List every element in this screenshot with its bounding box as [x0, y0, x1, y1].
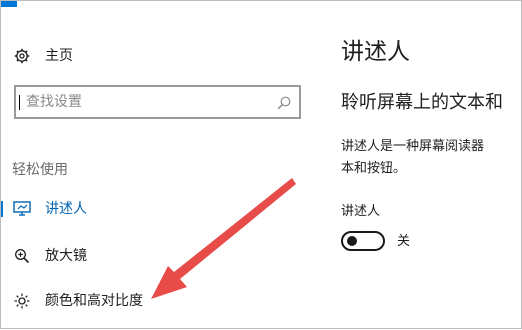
sidebar-item-home[interactable]: 主页: [1, 41, 301, 71]
sidebar-item-narrator[interactable]: 讲述人: [1, 194, 301, 224]
settings-window: 设置 主页: [0, 0, 522, 329]
search-box[interactable]: [14, 85, 301, 119]
toggle-knob: [347, 236, 357, 246]
description: 讲述人是一种屏幕阅读器 本和按钮。: [341, 136, 522, 180]
sidebar-item-home-label: 主页: [45, 48, 73, 64]
description-line: 本和按钮。: [341, 161, 407, 176]
sidebar-item-color-contrast-label: 颜色和高对比度: [45, 293, 143, 309]
search-input[interactable]: [26, 92, 266, 112]
narrator-icon: [12, 199, 32, 219]
group-title: 轻松使用: [12, 162, 68, 178]
sidebar-item-narrator-label: 讲述人: [45, 201, 87, 217]
sidebar: 主页 轻松使用 讲述人: [1, 1, 319, 330]
description-line: 讲述人是一种屏幕阅读器: [341, 139, 485, 154]
section-heading: 聆听屏幕上的文本和: [341, 92, 503, 113]
narrator-toggle[interactable]: [341, 231, 385, 251]
sidebar-item-magnifier[interactable]: 放大镜: [1, 241, 301, 271]
gear-icon: [12, 46, 32, 66]
search-icon[interactable]: [277, 95, 291, 110]
magnifier-icon: [12, 246, 32, 266]
page-title: 讲述人: [341, 39, 410, 65]
main-content: 讲述人 聆听屏幕上的文本和 讲述人是一种屏幕阅读器 本和按钮。 讲述人 关: [319, 1, 522, 330]
sidebar-item-magnifier-label: 放大镜: [45, 248, 87, 264]
text-caret: [19, 95, 20, 110]
sidebar-item-color-contrast[interactable]: 颜色和高对比度: [1, 286, 301, 316]
brightness-icon: [12, 291, 32, 311]
toggle-state: 关: [397, 234, 411, 249]
toggle-label: 讲述人: [341, 204, 381, 219]
